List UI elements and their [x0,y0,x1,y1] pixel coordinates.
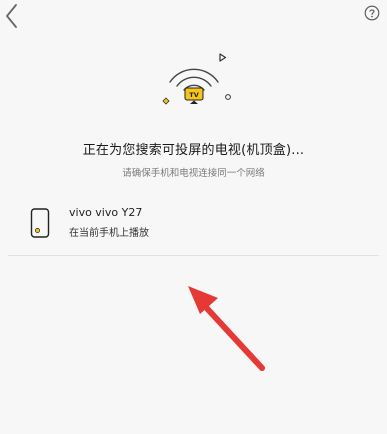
cast-search-illustration: TV [150,46,240,116]
svg-text:TV: TV [189,91,198,99]
list-divider [8,255,379,256]
network-hint: 请确保手机和电视连接同一个网络 [122,168,265,179]
cast-search-screen: TV 正在为您搜索可投屏的电视(机顶盒)... 请确保手机和电视连接同一个网络 … [0,0,387,434]
device-list-item[interactable]: vivo vivo Y27 在当前手机上播放 [0,198,387,248]
back-button[interactable] [2,1,30,31]
triangle-icon [219,53,227,62]
tv-icon: TV [184,87,204,104]
phone-icon [30,208,50,238]
circle-icon [225,94,231,100]
device-name: vivo vivo Y27 [69,206,143,219]
chevron-left-icon [6,4,17,28]
question-mark-icon [364,5,380,21]
diamond-icon [162,97,170,105]
search-status-title: 正在为您搜索可投屏的电视(机顶盒)... [82,143,305,158]
wifi-signal-icon [169,68,219,91]
top-bar [0,0,387,36]
help-button[interactable] [364,5,380,21]
device-status: 在当前手机上播放 [69,228,149,239]
red-arrow-annotation [180,276,270,376]
